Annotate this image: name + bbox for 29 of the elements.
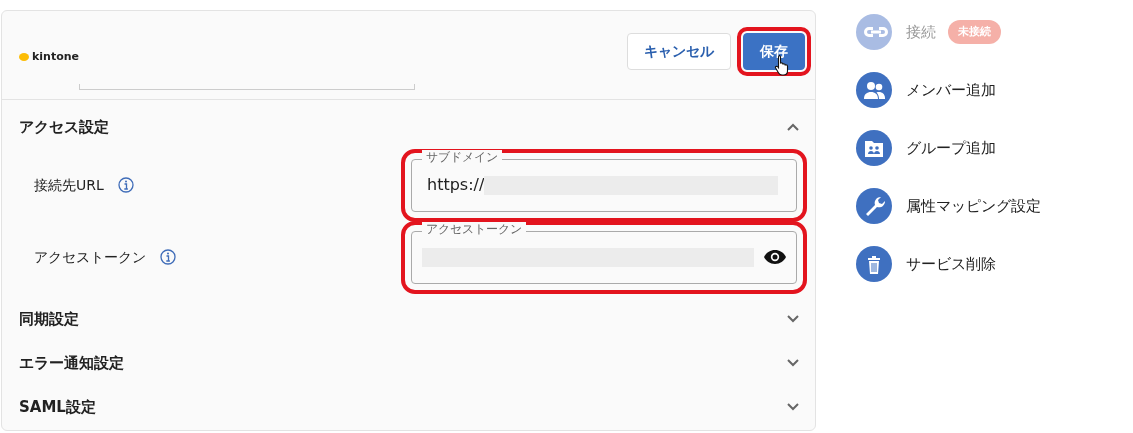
menu-item[interactable]: グループ追加 [906, 136, 996, 160]
chevron-up-icon[interactable] [787, 123, 799, 132]
floating-label: アクセストークン [422, 221, 526, 236]
section-title[interactable]: アクセス設定 [19, 115, 109, 139]
info-icon[interactable] [117, 177, 134, 193]
chevron-down-icon[interactable] [787, 359, 799, 368]
logo-icon [19, 53, 29, 62]
eye-icon[interactable] [764, 250, 786, 264]
trash-icon[interactable] [856, 246, 892, 282]
menu-item[interactable]: メンバー追加 [906, 78, 996, 102]
cancel-button[interactable]: キャンセル [627, 33, 731, 70]
folder-people-icon[interactable] [856, 130, 892, 166]
section-title[interactable]: SAML設定 [19, 395, 96, 419]
section-title[interactable]: 同期設定 [19, 307, 79, 331]
wrench-icon[interactable] [856, 188, 892, 224]
field-label: アクセストークン [34, 247, 146, 267]
section-title[interactable]: エラー通知設定 [19, 351, 124, 375]
chevron-down-icon[interactable] [787, 403, 799, 412]
floating-label: サブドメイン [422, 149, 502, 164]
menu-item[interactable]: 属性マッピング設定 [906, 194, 1041, 218]
people-icon[interactable] [856, 72, 892, 108]
field-value: https:// [427, 174, 485, 196]
field-label: 接続先URL [34, 175, 104, 195]
input-field[interactable] [79, 84, 415, 90]
info-icon[interactable] [160, 249, 176, 265]
menu-item[interactable]: サービス削除 [906, 252, 996, 276]
status-badge: 未接続 [948, 19, 1001, 45]
chevron-down-icon[interactable] [787, 315, 799, 324]
logo-text: kintone [32, 49, 80, 65]
